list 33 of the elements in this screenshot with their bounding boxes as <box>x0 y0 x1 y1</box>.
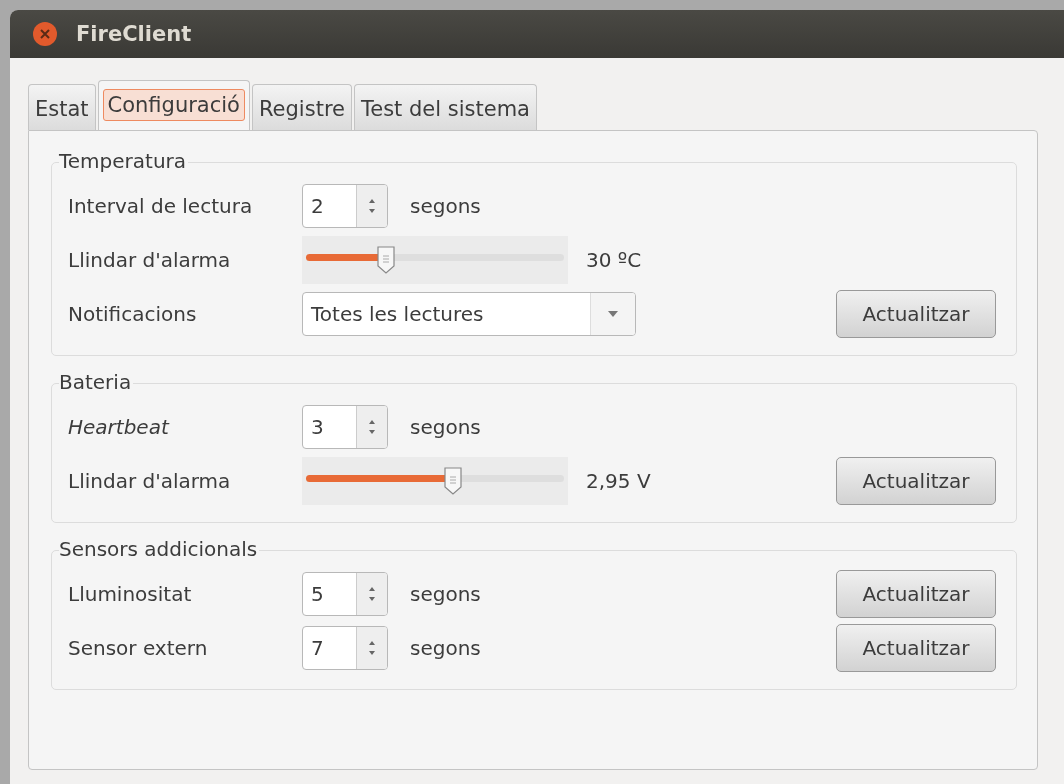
spin-box[interactable]: 2 <box>302 184 388 228</box>
field-label: Lluminositat <box>68 582 193 606</box>
tab[interactable]: Configuració <box>97 80 250 130</box>
tab[interactable]: Registre <box>251 84 352 130</box>
update-button[interactable]: Actualitzar <box>836 457 996 505</box>
dropdown[interactable]: Totes les lectures <box>302 292 636 336</box>
unit-label: segons <box>410 194 481 218</box>
field-label: Llindar d'alarma <box>68 469 232 493</box>
field-label: Sensor extern <box>68 636 209 660</box>
field-label: Llindar d'alarma <box>68 248 232 272</box>
field-label: Heartbeat <box>68 415 171 439</box>
update-button[interactable]: Actualitzar <box>836 570 996 618</box>
spin-box[interactable]: 3 <box>302 405 388 449</box>
tab[interactable]: Estat <box>28 84 96 130</box>
unit-label: segons <box>410 636 481 660</box>
close-icon[interactable] <box>32 21 58 47</box>
slider-value: 30 ºC <box>586 248 642 272</box>
tab[interactable]: Test del sistema <box>353 84 537 130</box>
slider[interactable] <box>306 465 564 497</box>
field-label: Interval de lectura <box>68 194 254 218</box>
unit-label: segons <box>410 415 481 439</box>
slider-thumb[interactable] <box>442 466 465 496</box>
slider[interactable] <box>306 244 564 276</box>
update-button[interactable]: Actualitzar <box>836 290 996 338</box>
window-title: FireClient <box>76 22 192 46</box>
slider-thumb[interactable] <box>374 245 397 275</box>
update-button[interactable]: Actualitzar <box>836 624 996 672</box>
dropdown-arrow-icon[interactable] <box>607 310 619 318</box>
spin-box[interactable]: 7 <box>302 626 388 670</box>
unit-label: segons <box>410 582 481 606</box>
slider-value: 2,95 V <box>586 469 651 493</box>
field-label: Notificacions <box>68 302 198 326</box>
spin-box[interactable]: 5 <box>302 572 388 616</box>
